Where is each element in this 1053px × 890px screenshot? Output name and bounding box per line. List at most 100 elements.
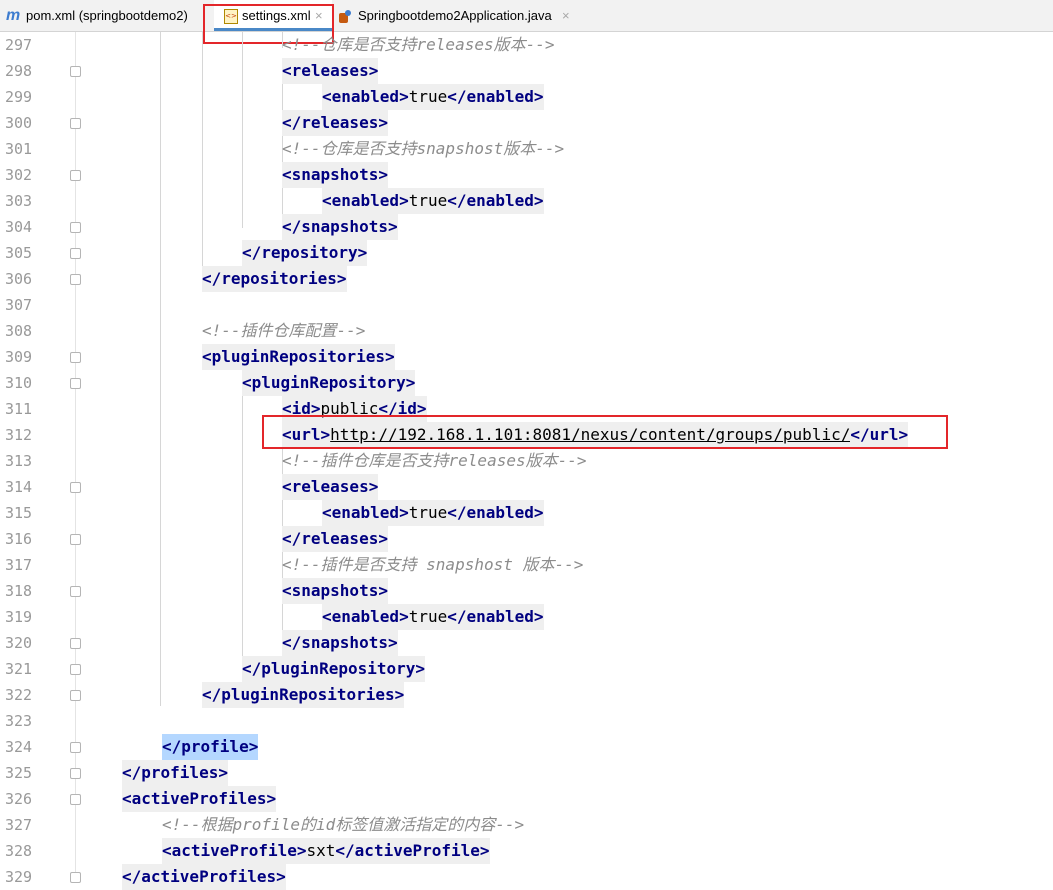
code-line: <!--插件仓库配置--> <box>202 318 365 344</box>
tab-label: settings.xml <box>242 8 311 23</box>
indent-guide <box>202 32 203 270</box>
line-number: 327 <box>5 816 33 834</box>
code-line: <activeProfiles> <box>122 786 277 812</box>
editor-tab-bar: m pom.xml (springbootdemo2) <> settings.… <box>0 0 1053 44</box>
code-tag: </url> <box>850 422 909 448</box>
code-line: <snapshots> <box>282 578 388 604</box>
line-number: 308 <box>5 322 33 340</box>
code-tag: <snapshots> <box>282 578 388 604</box>
code-line: <activeProfile>sxt</activeProfile> <box>162 838 490 864</box>
line-number: 312 <box>5 426 33 444</box>
line-number-gutter: 297 298 299 300 301 302 303 304 305 306 307 308 309 3… <box>0 32 76 886</box>
line-number: 306 <box>5 270 33 288</box>
line-number: 314 <box>5 478 33 496</box>
fold-marker-icon[interactable] <box>70 274 81 285</box>
fold-marker-icon[interactable] <box>70 690 81 701</box>
code-value: sxt <box>306 838 336 864</box>
tab-application-java[interactable]: Springbootdemo2Application.java × <box>334 0 584 31</box>
code-line: <releases> <box>282 58 379 84</box>
code-tag: <releases> <box>282 58 379 84</box>
line-number: 325 <box>5 764 33 782</box>
code-value: public <box>320 396 379 422</box>
code-line: </repository> <box>242 240 368 266</box>
tab-pom-xml[interactable]: m pom.xml (springbootdemo2) <box>0 0 214 31</box>
line-number: 320 <box>5 634 33 652</box>
fold-marker-icon[interactable] <box>70 170 81 181</box>
code-line: </profile> <box>162 734 259 760</box>
line-number: 300 <box>5 114 33 132</box>
fold-marker-icon[interactable] <box>70 794 81 805</box>
fold-marker-icon[interactable] <box>70 482 81 493</box>
code-tag: </enabled> <box>447 500 544 526</box>
tab-label: Springbootdemo2Application.java <box>358 8 552 23</box>
fold-marker-icon[interactable] <box>70 586 81 597</box>
fold-marker-icon[interactable] <box>70 742 81 753</box>
code-value: true <box>408 500 448 526</box>
line-number: 298 <box>5 62 33 80</box>
fold-marker-icon[interactable] <box>70 248 81 259</box>
line-number: 302 <box>5 166 33 184</box>
code-tag: </activeProfile> <box>335 838 490 864</box>
code-line: <snapshots> <box>282 162 388 188</box>
code-tag: <id> <box>282 396 321 422</box>
xml-file-icon: <> <box>224 9 238 24</box>
fold-marker-icon[interactable] <box>70 118 81 129</box>
indent-guide <box>242 32 243 228</box>
code-tag: <pluginRepository> <box>242 370 416 396</box>
code-line: <enabled>true</enabled> <box>322 500 544 526</box>
fold-marker-icon[interactable] <box>70 638 81 649</box>
code-editor[interactable]: 297 298 299 300 301 302 303 304 305 306 307 308 309 3… <box>0 32 1053 890</box>
code-line: <!--仓库是否支持releases版本--> <box>282 32 555 58</box>
code-tag: <enabled> <box>322 188 409 214</box>
code-tag: </snapshots> <box>282 214 398 240</box>
code-comment: <!--根据profile的id标签值激活指定的内容--> <box>162 815 525 834</box>
line-number: 297 <box>5 36 33 54</box>
code-line: <enabled>true</enabled> <box>322 604 544 630</box>
code-line: </activeProfiles> <box>122 864 286 890</box>
line-number: 326 <box>5 790 33 808</box>
code-comment: <!--仓库是否支持releases版本--> <box>282 35 555 54</box>
close-tab-icon[interactable]: × <box>315 0 323 31</box>
code-line: </profiles> <box>122 760 228 786</box>
code-tag: <releases> <box>282 474 379 500</box>
code-comment: <!--插件是否支持 snapshost 版本--> <box>282 555 584 574</box>
line-number: 322 <box>5 686 33 704</box>
fold-marker-icon[interactable] <box>70 378 81 389</box>
code-tag: </repository> <box>242 240 368 266</box>
indent-guide <box>242 396 243 662</box>
line-number: 315 <box>5 504 33 522</box>
code-tag: <url> <box>282 422 331 448</box>
line-number: 321 <box>5 660 33 678</box>
line-number: 307 <box>5 296 33 314</box>
fold-marker-icon[interactable] <box>70 768 81 779</box>
code-value: true <box>408 604 448 630</box>
fold-marker-icon[interactable] <box>70 664 81 675</box>
line-number: 313 <box>5 452 33 470</box>
line-number: 304 <box>5 218 33 236</box>
code-tag: </profile> <box>162 734 259 760</box>
code-tag: <enabled> <box>322 500 409 526</box>
fold-marker-icon[interactable] <box>70 352 81 363</box>
code-line: <!--根据profile的id标签值激活指定的内容--> <box>162 812 524 838</box>
code-value: true <box>408 84 448 110</box>
code-line: </releases> <box>282 110 388 136</box>
code-tag: <activeProfile> <box>162 838 307 864</box>
code-line: <!--仓库是否支持snapshost版本--> <box>282 136 564 162</box>
code-tag: </releases> <box>282 526 388 552</box>
tab-settings-xml[interactable]: <> settings.xml × <box>214 0 332 31</box>
code-tag: </pluginRepositories> <box>202 682 405 708</box>
code-line: <releases> <box>282 474 379 500</box>
code-line: <pluginRepository> <box>242 370 416 396</box>
line-number: 299 <box>5 88 33 106</box>
close-tab-icon[interactable]: × <box>562 0 570 31</box>
code-tag: <snapshots> <box>282 162 388 188</box>
code-line: <enabled>true</enabled> <box>322 84 544 110</box>
code-line: </snapshots> <box>282 214 398 240</box>
fold-marker-icon[interactable] <box>70 534 81 545</box>
line-number: 316 <box>5 530 33 548</box>
line-number: 319 <box>5 608 33 626</box>
fold-marker-icon[interactable] <box>70 66 81 77</box>
fold-marker-icon[interactable] <box>70 222 81 233</box>
line-number: 329 <box>5 868 33 886</box>
line-number: 301 <box>5 140 33 158</box>
